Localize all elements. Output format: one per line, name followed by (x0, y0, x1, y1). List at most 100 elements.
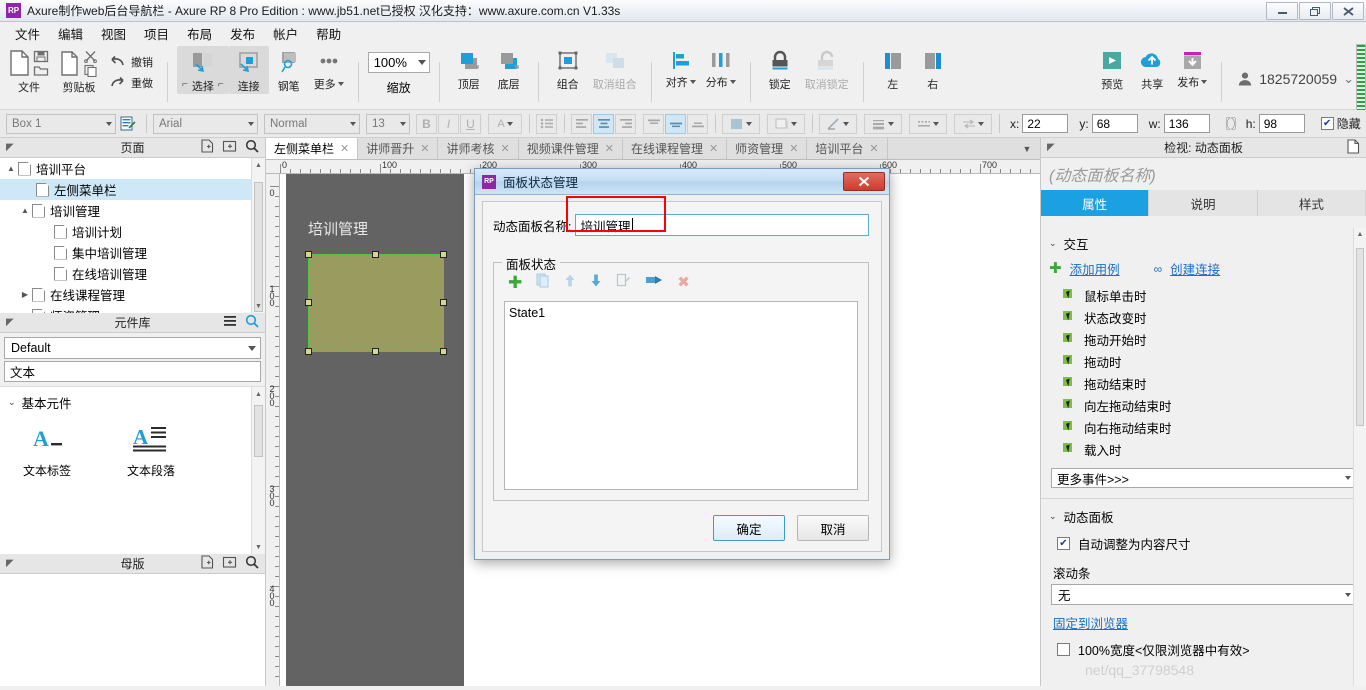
vertical-ruler[interactable]: 0 100 200 300 400 (266, 174, 280, 690)
event-row-4[interactable]: 拖动结束时 (1041, 372, 1366, 394)
state-list[interactable]: State1 (504, 301, 858, 490)
tab-6[interactable]: 培训平台 ✕ (807, 138, 888, 159)
list-button[interactable] (536, 113, 557, 134)
duplicate-icon[interactable] (645, 273, 663, 291)
font-color-button[interactable]: A (488, 113, 522, 134)
right-align-button[interactable]: 右 (913, 46, 953, 92)
resize-handle-sw[interactable] (305, 348, 312, 355)
add-master-icon[interactable] (200, 555, 214, 572)
pages-collapse-icon[interactable]: ◤ (6, 142, 14, 153)
tree-item-2[interactable]: ▲ 培训管理 (0, 200, 265, 221)
resize-handle-n[interactable] (372, 251, 379, 258)
tab-3[interactable]: 视频课件管理 ✕ (518, 138, 623, 159)
widget-text-paragraph[interactable]: A 文本段落 (118, 424, 184, 479)
dynamic-panel-section-header[interactable]: ⌄ 动态面板 (1041, 501, 1366, 530)
tree-twisty-2[interactable]: ▲ (18, 206, 32, 215)
library-combobox[interactable]: Default (4, 337, 261, 359)
delete-state-icon[interactable]: ✖ (677, 275, 690, 290)
panel-name-input[interactable]: 培训管理 (575, 214, 869, 236)
scrollbar-combobox[interactable]: 无 (1051, 584, 1356, 605)
w-input[interactable]: 136 (1163, 114, 1210, 133)
menu-file[interactable]: 文件 (6, 22, 49, 45)
line-color-button[interactable] (819, 113, 857, 134)
edit-state-icon[interactable] (616, 273, 631, 291)
element-name-input[interactable]: (动态面板名称) (1041, 158, 1366, 190)
library-search-input[interactable]: 文本 (4, 361, 261, 382)
tab-4[interactable]: 在线课程管理 ✕ (622, 138, 728, 159)
style-editor-button[interactable] (116, 116, 140, 131)
ungroup-button[interactable]: 取消组合 (588, 46, 642, 92)
library-menu-icon[interactable] (223, 315, 237, 330)
inspector-scrollbar[interactable]: ▲ (1353, 228, 1366, 690)
tree-item-6[interactable]: ▶ 在线课程管理 (0, 284, 265, 305)
tree-twisty-6[interactable]: ▶ (18, 290, 32, 299)
tab-close-icon[interactable]: ✕ (340, 142, 349, 155)
add-case-link[interactable]: 添加用例 (1070, 259, 1120, 278)
send-to-back-button[interactable]: 底层 (489, 46, 529, 92)
scroll-down-icon[interactable]: ▼ (252, 299, 265, 313)
ok-button[interactable]: 确定 (713, 515, 785, 541)
menu-help[interactable]: 帮助 (307, 22, 350, 45)
add-state-icon[interactable]: ✚ (508, 274, 522, 291)
move-down-icon[interactable] (590, 273, 602, 291)
resize-handle-se[interactable] (440, 348, 447, 355)
resize-handle-s[interactable] (372, 348, 379, 355)
tab-notes[interactable]: 说明 (1149, 190, 1258, 216)
align-button[interactable]: 对齐 (661, 46, 701, 90)
event-row-0[interactable]: 鼠标单击时 (1041, 284, 1366, 306)
duplicate-state-icon[interactable] (536, 273, 550, 291)
scroll-up-icon[interactable]: ▲ (252, 387, 265, 401)
menu-edit[interactable]: 编辑 (49, 22, 92, 45)
lock-ratio-icon[interactable]: 〖〗 (1219, 115, 1243, 132)
unlock-button[interactable]: 取消锁定 (800, 46, 854, 92)
event-row-6[interactable]: 向右拖动结束时 (1041, 416, 1366, 438)
tree-item-5[interactable]: 在线培训管理 (0, 263, 265, 284)
event-row-7[interactable]: 载入时 (1041, 438, 1366, 460)
h-input[interactable]: 98 (1258, 114, 1305, 133)
create-link[interactable]: 创建连接 (1170, 259, 1220, 278)
tab-2[interactable]: 讲师考核 ✕ (438, 138, 519, 159)
account-menu[interactable]: 1825720059 ⌄ (1237, 67, 1354, 87)
pages-search-icon[interactable] (245, 139, 259, 156)
move-up-icon[interactable] (564, 273, 576, 291)
library-search-icon[interactable] (245, 314, 259, 331)
tab-0[interactable]: 左侧菜单栏 ✕ (266, 138, 359, 159)
close-button[interactable] (1332, 2, 1364, 20)
bold-button[interactable]: B (416, 113, 437, 134)
event-row-3[interactable]: 拖动时 (1041, 350, 1366, 372)
lock-button[interactable]: 锁定 (760, 46, 800, 92)
create-link-chain-icon[interactable]: ∞ (1154, 262, 1163, 276)
style-combobox[interactable]: Box 1 (6, 113, 116, 134)
menu-layout[interactable]: 布局 (178, 22, 221, 45)
interaction-section-header[interactable]: ⌄ 交互 (1041, 228, 1366, 257)
tab-5[interactable]: 师资管理 ✕ (727, 138, 808, 159)
tab-close-icon[interactable]: ✕ (500, 142, 509, 155)
pages-tree-scrollbar[interactable]: ▲ ▼ (251, 158, 265, 313)
underline-button[interactable]: U (460, 113, 481, 134)
tree-twisty-0[interactable]: ▲ (4, 164, 18, 173)
valign-top-button[interactable] (643, 113, 664, 134)
library-group-basic[interactable]: ⌄ 基本元件 (0, 387, 265, 412)
inspector-collapse-icon[interactable]: ◤ (1047, 142, 1055, 153)
masters-tree[interactable] (0, 574, 265, 690)
menu-account[interactable]: 帐户 (264, 22, 307, 45)
font-weight-combobox[interactable]: Normal (264, 113, 360, 134)
align-left-button[interactable] (571, 113, 592, 134)
menu-project[interactable]: 项目 (135, 22, 178, 45)
align-right-button[interactable] (615, 113, 636, 134)
menu-publish[interactable]: 发布 (221, 22, 264, 45)
y-input[interactable]: 68 (1091, 114, 1138, 133)
full-width-checkbox[interactable]: ✔ (1057, 643, 1070, 656)
publish-button[interactable]: 发布 (1172, 46, 1212, 90)
distribute-button[interactable]: 分布 (701, 46, 741, 90)
pin-to-browser-link[interactable]: 固定到浏览器 (1053, 617, 1128, 631)
zoom-combobox[interactable]: 100% (367, 51, 430, 73)
selected-dynamic-panel[interactable] (305, 251, 447, 355)
event-row-1[interactable]: 状态改变时 (1041, 306, 1366, 328)
resize-handle-ne[interactable] (440, 251, 447, 258)
preview-button[interactable]: 预览 (1092, 46, 1132, 92)
chevron-down-icon[interactable]: ⌄ (1049, 511, 1057, 522)
scroll-down-icon[interactable]: ▼ (252, 540, 265, 554)
cancel-button[interactable]: 取消 (797, 515, 869, 541)
pages-tree[interactable]: ▲ 培训平台 左侧菜单栏 ▲ 培训管理 培训计划 集中培训管理 在线培训管理 ▶… (0, 158, 265, 313)
